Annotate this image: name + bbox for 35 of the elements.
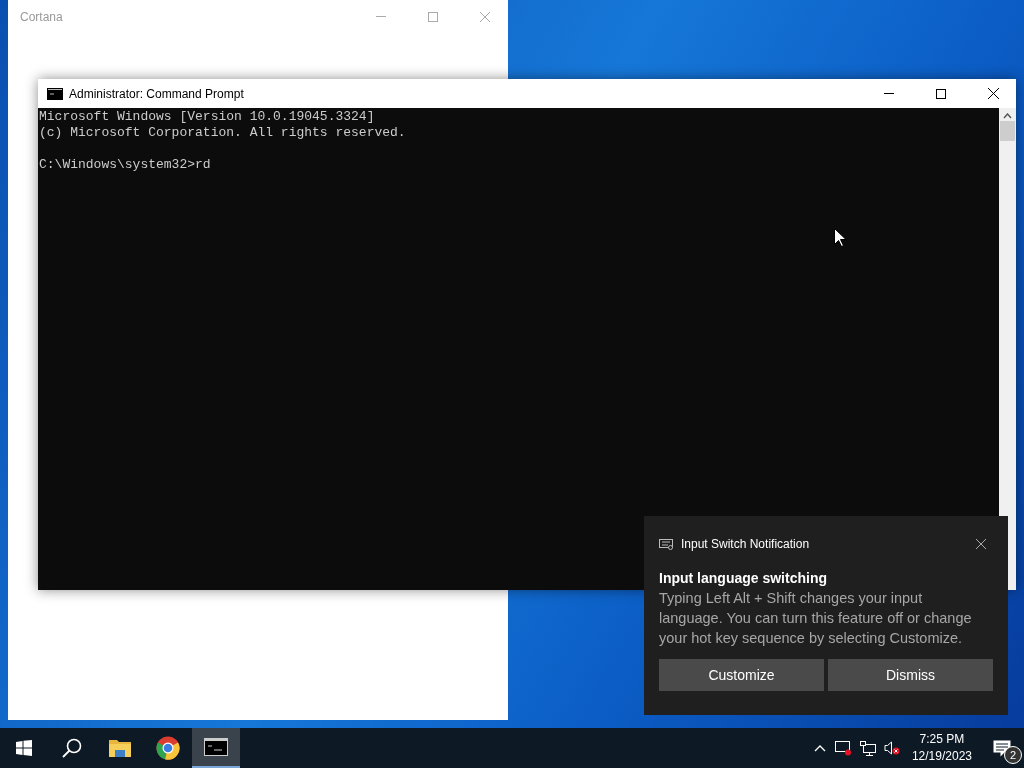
- scroll-up-icon: [1003, 113, 1012, 119]
- notification-body: Typing Left Alt + Shift changes your input language. You can turn this feature off or change your hot key sequence by selecting Customize.: [659, 589, 973, 648]
- notification-count: 2: [1004, 746, 1022, 764]
- notification-app-name: Input Switch Notification: [681, 537, 811, 551]
- close-icon: [480, 12, 490, 22]
- browser-icon: [156, 736, 180, 760]
- window-title: Cortana: [20, 10, 64, 24]
- console-line: C:\Windows\system32>rd: [39, 157, 212, 173]
- console-icon: [204, 738, 228, 756]
- display-icon[interactable]: [835, 740, 853, 756]
- close-icon: [987, 88, 999, 99]
- speaker-muted-icon[interactable]: [883, 741, 900, 755]
- minimize-icon: [376, 16, 386, 18]
- console-icon: [47, 87, 63, 100]
- clock[interactable]: 7:25 PM 12/19/2023: [903, 731, 980, 765]
- notification-button[interactable]: Customize: [659, 659, 824, 691]
- close-icon: [976, 539, 986, 549]
- chevron-up-icon[interactable]: [813, 744, 826, 752]
- maximize-icon: [936, 88, 946, 99]
- search-icon: [62, 738, 82, 758]
- action-center-button[interactable]: 2: [980, 728, 1024, 768]
- keyboard-icon: [659, 538, 673, 550]
- network-icon[interactable]: [859, 740, 876, 756]
- window-title: Administrator: Command Prompt: [69, 86, 245, 101]
- mouse-pointer-icon: [834, 228, 846, 247]
- windows-logo-icon: [16, 740, 32, 756]
- maximize-icon: [428, 12, 438, 22]
- taskbar-button[interactable]: [192, 728, 240, 768]
- minimize-icon: [884, 92, 894, 95]
- notification-button[interactable]: Dismiss: [828, 659, 993, 691]
- console-line: (c) Microsoft Corporation. All rights reserved.: [39, 125, 407, 141]
- folder-icon: [109, 739, 131, 757]
- console-line: Microsoft Windows [Version 10.0.19045.3324]: [39, 109, 376, 125]
- notification-title: Input language switching: [659, 570, 828, 586]
- scrollbar-thumb[interactable]: [1000, 121, 1015, 141]
